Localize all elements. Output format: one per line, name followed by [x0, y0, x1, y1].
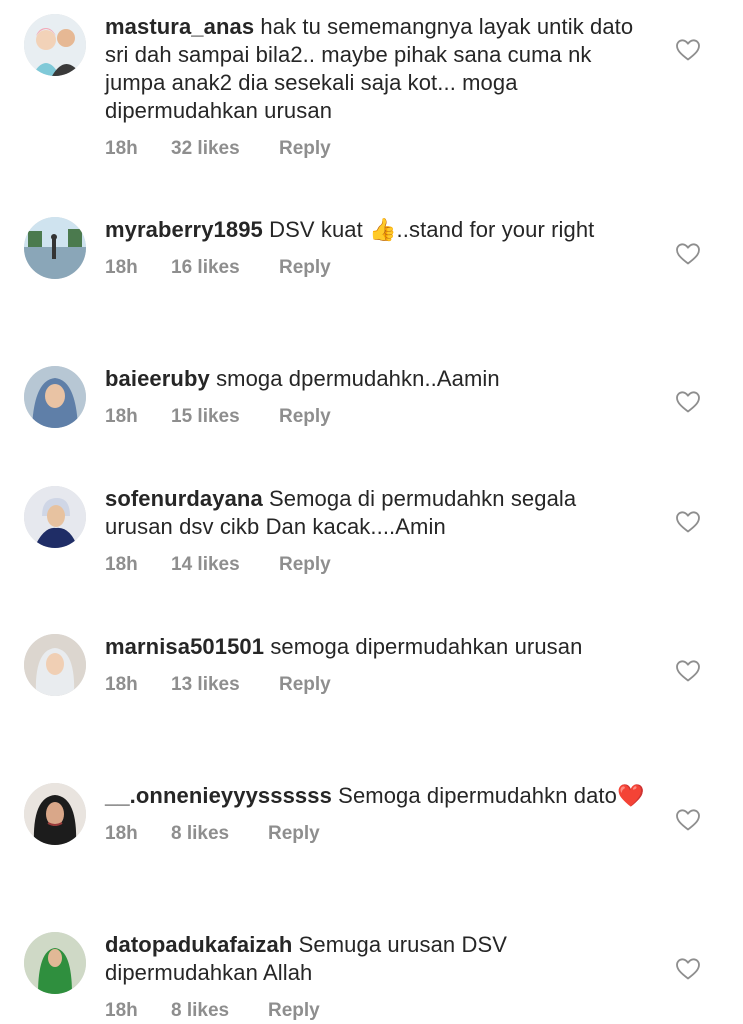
comment-time: 18h — [105, 257, 138, 278]
reply-button[interactable]: Reply — [279, 138, 331, 160]
comment-text: Semoga dipermudahkn dato — [338, 783, 617, 808]
avatar[interactable] — [24, 783, 86, 845]
heart-outline-icon[interactable] — [675, 957, 701, 981]
comment-text: smoga dpermudahkn..Aamin — [216, 366, 500, 391]
comment-text: DSV kuat — [269, 217, 370, 242]
avatar[interactable] — [24, 634, 86, 696]
heart-outline-icon[interactable] — [675, 808, 701, 832]
heart-outline-icon[interactable] — [675, 38, 701, 62]
comment-likes[interactable]: 16 likes — [171, 257, 279, 279]
comment-time: 18h — [105, 138, 138, 159]
reply-button[interactable]: Reply — [268, 823, 320, 845]
comment-username[interactable]: baieeruby — [105, 366, 210, 391]
reply-button[interactable]: Reply — [279, 674, 331, 696]
comment-likes[interactable]: 15 likes — [171, 406, 279, 428]
comment-username[interactable]: mastura_anas — [105, 14, 254, 39]
comment-username[interactable]: myraberry1895 — [105, 217, 263, 242]
avatar[interactable] — [24, 932, 86, 994]
comment-likes[interactable]: 13 likes — [171, 674, 279, 696]
comment-text: semoga dipermudahkan urusan — [270, 634, 583, 659]
comment-time: 18h — [105, 554, 138, 575]
avatar[interactable] — [24, 217, 86, 279]
reply-button[interactable]: Reply — [279, 406, 331, 428]
comment-username[interactable]: marnisa501501 — [105, 634, 264, 659]
reply-button[interactable]: Reply — [279, 554, 331, 576]
heart-outline-icon[interactable] — [675, 659, 701, 683]
comment-likes[interactable]: 8 likes — [171, 823, 268, 845]
comment-time: 18h — [105, 674, 138, 695]
heart-outline-icon[interactable] — [675, 390, 701, 414]
heart-outline-icon[interactable] — [675, 510, 701, 534]
comment-username[interactable]: __.onnenieyyyssssss — [105, 783, 332, 808]
comment-likes[interactable]: 14 likes — [171, 554, 279, 576]
comment-likes[interactable]: 8 likes — [171, 1000, 268, 1022]
thumbs-up-emoji: 👍 — [369, 217, 397, 242]
comments-list: mastura_anas hak tu sememangnya layak un… — [0, 0, 743, 1024]
comment-likes[interactable]: 32 likes — [171, 138, 279, 160]
reply-button[interactable]: Reply — [279, 257, 331, 279]
avatar[interactable] — [24, 14, 86, 76]
avatar[interactable] — [24, 486, 86, 548]
comment-username[interactable]: sofenurdayana — [105, 486, 263, 511]
red-heart-emoji: ❤️ — [616, 783, 645, 808]
comment-time: 18h — [105, 823, 138, 844]
heart-outline-icon[interactable] — [675, 242, 701, 266]
comment-text-continued: ..stand for your right — [396, 217, 595, 242]
comment-time: 18h — [105, 1000, 138, 1021]
comment-username[interactable]: datopadukafaizah — [105, 932, 292, 957]
avatar[interactable] — [24, 366, 86, 428]
comment-time: 18h — [105, 406, 138, 427]
reply-button[interactable]: Reply — [268, 1000, 320, 1022]
